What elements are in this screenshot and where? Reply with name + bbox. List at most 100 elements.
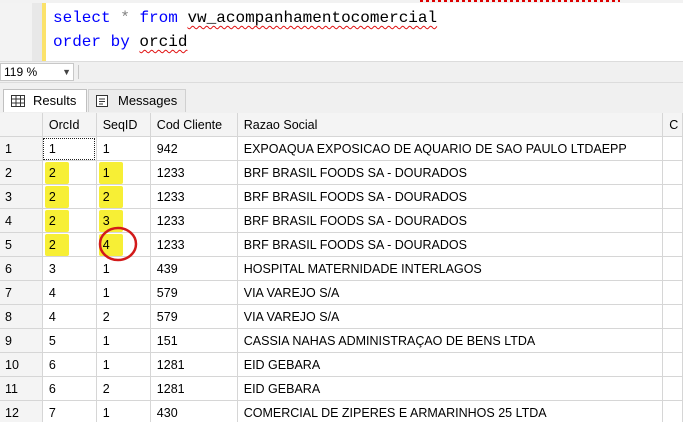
cell-seqid[interactable]: 1 — [96, 136, 151, 161]
cell-razao-social[interactable]: EXPOAQUA EXPOSICAO DE AQUARIO DE SAO PAU… — [237, 136, 664, 161]
row-number[interactable]: 3 — [0, 184, 43, 209]
cell-seqid[interactable]: 1 — [96, 280, 151, 305]
cell-seqid[interactable]: 2 — [96, 376, 151, 401]
editor-margin — [32, 3, 42, 61]
column-header-seqid[interactable]: SeqID — [96, 113, 151, 137]
cell-razao-social[interactable]: BRF BRASIL FOODS SA - DOURADOS — [237, 208, 664, 233]
table-row[interactable]: 4 2 3 1233 BRF BRASIL FOODS SA - DOURADOS — [0, 208, 683, 233]
cell-cod-cliente[interactable]: 1233 — [150, 160, 238, 185]
cell-cod-cliente[interactable]: 1281 — [150, 352, 238, 377]
cell-orcid[interactable]: 6 — [42, 352, 97, 377]
tab-messages[interactable]: Messages — [88, 89, 186, 112]
cell-seqid[interactable]: 2 — [96, 184, 151, 209]
cell-seqid[interactable]: 1 — [96, 400, 151, 422]
cell-next[interactable] — [662, 136, 683, 161]
cell-orcid[interactable]: 1 — [42, 136, 97, 161]
cell-orcid[interactable]: 4 — [42, 280, 97, 305]
row-number[interactable]: 11 — [0, 376, 43, 401]
cell-orcid[interactable]: 6 — [42, 376, 97, 401]
tab-results[interactable]: Results — [3, 89, 87, 112]
row-number[interactable]: 1 — [0, 136, 43, 161]
cell-seqid[interactable]: 1 — [96, 328, 151, 353]
cell-cod-cliente[interactable]: 1233 — [150, 184, 238, 209]
table-row[interactable]: 6 3 1 439 HOSPITAL MATERNIDADE INTERLAGOS — [0, 256, 683, 281]
row-number[interactable]: 9 — [0, 328, 43, 353]
cell-next[interactable] — [662, 352, 683, 377]
column-header-orcid[interactable]: OrcId — [42, 113, 97, 137]
results-grid[interactable]: OrcId SeqID Cod Cliente Razao Social C 1… — [0, 113, 683, 422]
cell-next[interactable] — [662, 328, 683, 353]
cell-cod-cliente[interactable]: 439 — [150, 256, 238, 281]
column-header-razao-social[interactable]: Razao Social — [237, 113, 664, 137]
column-header-next[interactable]: C — [662, 113, 683, 137]
row-number[interactable]: 10 — [0, 352, 43, 377]
row-number-header[interactable] — [0, 113, 43, 137]
cell-razao-social[interactable]: EID GEBARA — [237, 376, 664, 401]
cell-next[interactable] — [662, 208, 683, 233]
cell-next[interactable] — [662, 232, 683, 257]
cell-seqid[interactable]: 4 — [96, 232, 151, 257]
cell-cod-cliente[interactable]: 942 — [150, 136, 238, 161]
cell-orcid[interactable]: 5 — [42, 328, 97, 353]
column-header-cod-cliente[interactable]: Cod Cliente — [150, 113, 238, 137]
cell-razao-social[interactable]: CASSIA NAHAS ADMINISTRAÇAO DE BENS LTDA — [237, 328, 664, 353]
cell-next[interactable] — [662, 184, 683, 209]
cell-cod-cliente[interactable]: 579 — [150, 304, 238, 329]
row-number[interactable]: 4 — [0, 208, 43, 233]
cell-razao-social[interactable]: VIA VAREJO S/A — [237, 280, 664, 305]
table-row[interactable]: 7 4 1 579 VIA VAREJO S/A — [0, 280, 683, 305]
cell-orcid[interactable]: 7 — [42, 400, 97, 422]
cell-seqid[interactable]: 1 — [96, 256, 151, 281]
editor-line-2[interactable]: order by orcid — [53, 33, 187, 52]
table-row[interactable]: 11 6 2 1281 EID GEBARA — [0, 376, 683, 401]
cell-orcid[interactable]: 2 — [42, 184, 97, 209]
row-number[interactable]: 6 — [0, 256, 43, 281]
cell-cod-cliente[interactable]: 579 — [150, 280, 238, 305]
chevron-down-icon[interactable]: ▼ — [62, 64, 71, 80]
cell-seqid[interactable]: 1 — [96, 352, 151, 377]
cell-razao-social[interactable]: VIA VAREJO S/A — [237, 304, 664, 329]
table-row[interactable]: 2 2 1 1233 BRF BRASIL FOODS SA - DOURADOS — [0, 160, 683, 185]
cell-next[interactable] — [662, 160, 683, 185]
cell-cod-cliente[interactable]: 1233 — [150, 208, 238, 233]
cell-razao-social[interactable]: EID GEBARA — [237, 352, 664, 377]
table-row[interactable]: 12 7 1 430 COMERCIAL DE ZIPERES E ARMARINHOS… — [0, 400, 683, 422]
editor-line-1[interactable]: select * from vw_acompanhamentocomercial — [53, 9, 437, 28]
cell-cod-cliente[interactable]: 430 — [150, 400, 238, 422]
cell-razao-social[interactable]: BRF BRASIL FOODS SA - DOURADOS — [237, 160, 664, 185]
cell-razao-social[interactable]: BRF BRASIL FOODS SA - DOURADOS — [237, 184, 664, 209]
query-editor[interactable]: select * from vw_acompanhamentocomercial… — [0, 3, 683, 61]
cell-next[interactable] — [662, 376, 683, 401]
row-number[interactable]: 12 — [0, 400, 43, 422]
cell-next[interactable] — [662, 400, 683, 422]
cell-orcid[interactable]: 2 — [42, 232, 97, 257]
cell-seqid[interactable]: 2 — [96, 304, 151, 329]
row-number[interactable]: 8 — [0, 304, 43, 329]
table-row[interactable]: 9 5 1 151 CASSIA NAHAS ADMINISTRAÇAO DE BENS… — [0, 328, 683, 353]
cell-cod-cliente[interactable]: 1233 — [150, 232, 238, 257]
cell-orcid[interactable]: 2 — [42, 208, 97, 233]
cell-seqid[interactable]: 3 — [96, 208, 151, 233]
cell-next[interactable] — [662, 280, 683, 305]
cell-razao-social[interactable]: COMERCIAL DE ZIPERES E ARMARINHOS 25 LTD… — [237, 400, 664, 422]
cell-orcid[interactable]: 4 — [42, 304, 97, 329]
table-row[interactable]: 5 2 4 1233 BRF BRASIL FOODS SA - DOURADOS — [0, 232, 683, 257]
row-number[interactable]: 2 — [0, 160, 43, 185]
cell-razao-social[interactable]: BRF BRASIL FOODS SA - DOURADOS — [237, 232, 664, 257]
table-row[interactable]: 10 6 1 1281 EID GEBARA — [0, 352, 683, 377]
row-number[interactable]: 7 — [0, 280, 43, 305]
cell-orcid[interactable]: 2 — [42, 160, 97, 185]
row-number[interactable]: 5 — [0, 232, 43, 257]
table-row[interactable]: 8 4 2 579 VIA VAREJO S/A — [0, 304, 683, 329]
cell-cod-cliente[interactable]: 1281 — [150, 376, 238, 401]
cell-cod-cliente[interactable]: 151 — [150, 328, 238, 353]
zoom-dropdown[interactable]: 119 % ▼ — [0, 63, 74, 81]
cell-seqid[interactable]: 1 — [96, 160, 151, 185]
cell-orcid[interactable]: 3 — [42, 256, 97, 281]
table-row[interactable]: 1 1 1 942 EXPOAQUA EXPOSICAO DE AQUARIO DE S… — [0, 136, 683, 161]
cell-next[interactable] — [662, 304, 683, 329]
table-row[interactable]: 3 2 2 1233 BRF BRASIL FOODS SA - DOURADOS — [0, 184, 683, 209]
cell-next[interactable] — [662, 256, 683, 281]
keyword-order-by: order by — [53, 33, 130, 51]
cell-razao-social[interactable]: HOSPITAL MATERNIDADE INTERLAGOS — [237, 256, 664, 281]
